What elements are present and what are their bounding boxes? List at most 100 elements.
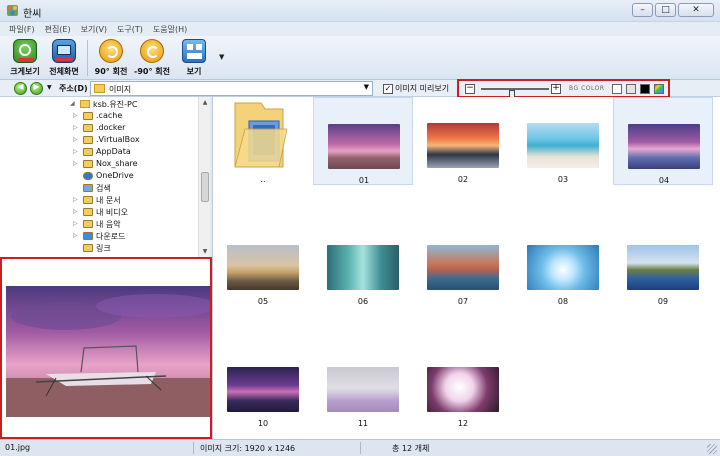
thumbnail-item[interactable]: 10: [213, 341, 313, 429]
menu-help[interactable]: 도움말(H): [148, 22, 192, 36]
back-button[interactable]: ◀: [14, 82, 27, 95]
rotate-cw-icon: [99, 39, 123, 63]
expand-icon[interactable]: ▷: [73, 124, 78, 131]
expand-icon[interactable]: ▷: [73, 160, 78, 167]
thumbnail-item[interactable]: 01: [313, 97, 413, 185]
expand-icon[interactable]: ▷: [73, 148, 78, 155]
forward-button[interactable]: ▶: [30, 82, 43, 95]
menu-file[interactable]: 파일(F): [4, 22, 40, 36]
expand-icon[interactable]: ▷: [73, 232, 78, 239]
tree-item-label: 내 음악: [96, 220, 121, 229]
maximize-icon: □: [661, 5, 670, 15]
thumbnail-caption: 04: [658, 176, 670, 185]
thumbnail-item[interactable]: 02: [413, 97, 513, 185]
menu-view[interactable]: 보기(V): [76, 22, 112, 36]
scroll-up-icon[interactable]: ▲: [199, 99, 211, 106]
thumbnail-image: [328, 124, 400, 169]
rotate-cw-button[interactable]: 90° 회전: [89, 39, 133, 79]
window-title: 한씨: [23, 9, 42, 20]
thumbnail-caption: 01: [358, 176, 370, 185]
thumbnail-image: [527, 245, 599, 290]
thumbnail-caption: 05: [257, 297, 269, 306]
address-input[interactable]: 이미지 ▼: [90, 81, 373, 96]
tree-item-label: 링크: [96, 244, 111, 253]
thumbnail-item[interactable]: 09: [613, 219, 713, 307]
maximize-button[interactable]: □: [655, 3, 676, 17]
image-preview-checkbox[interactable]: ✓: [383, 84, 393, 94]
download-icon: [83, 232, 93, 240]
collapse-icon[interactable]: ◢: [70, 100, 75, 107]
bg-color-gray-swatch[interactable]: [626, 84, 636, 94]
address-dropdown-icon[interactable]: ▼: [364, 83, 369, 91]
thumbnail-image: [327, 367, 399, 412]
close-button[interactable]: ✕: [678, 3, 714, 17]
thumbnail-grid: .. 01 02 03 04 05 06 07 08 09 10 11 12: [212, 97, 720, 439]
folder-icon: [83, 136, 93, 144]
view-icon: [182, 39, 206, 63]
status-divider: [193, 442, 194, 454]
folder-icon: [234, 102, 287, 168]
thumbnail-item[interactable]: 03: [513, 97, 613, 185]
expand-icon[interactable]: ▷: [73, 220, 78, 227]
thumbnail-caption: 11: [357, 419, 369, 428]
tree-item-label: OneDrive: [96, 171, 134, 180]
tree-item-label: .cache: [96, 111, 123, 120]
music-icon: [83, 220, 93, 228]
folder-tree: ◢ ksb.유진-PC ▷ .cache ▷ .docker ▷ .VirtualBox ▷ Ap…: [0, 97, 210, 257]
thumbnail-item[interactable]: 05: [213, 219, 313, 307]
menu-tools[interactable]: 도구(T): [112, 22, 148, 36]
scroll-down-icon[interactable]: ▼: [199, 248, 211, 255]
view-label: 보기: [186, 67, 202, 76]
zoom-view-button[interactable]: 크게보기: [3, 39, 47, 79]
thumbnail-item[interactable]: 12: [413, 341, 513, 429]
tree-item-label: AppData: [96, 147, 131, 156]
back-arrow-icon: ◀: [17, 82, 24, 91]
address-label: 주소(D): [59, 84, 88, 93]
zoom-color-panel: − + BG COLOR: [457, 79, 670, 101]
expand-icon[interactable]: ▷: [73, 112, 78, 119]
bg-color-custom-swatch[interactable]: [654, 84, 664, 94]
thumbnail-size-slider[interactable]: [481, 88, 549, 101]
thumbnail-image: [327, 245, 399, 290]
view-dropdown-arrow-icon[interactable]: ▼: [219, 53, 224, 61]
thumbnail-image: [227, 367, 299, 412]
view-button[interactable]: 보기: [172, 39, 216, 79]
thumbnail-caption: 07: [457, 297, 469, 306]
thumbnail-item[interactable]: 11: [313, 341, 413, 429]
fullscreen-label: 전체화면: [49, 67, 79, 76]
scrollbar-thumb[interactable]: [201, 172, 209, 202]
menu-edit[interactable]: 편집(E): [40, 22, 76, 36]
app-logo-icon: [7, 5, 18, 16]
search-icon: [83, 184, 93, 192]
folder-icon: [83, 112, 93, 120]
bg-color-white-swatch[interactable]: [612, 84, 622, 94]
address-value: 이미지: [109, 85, 132, 94]
zoom-in-button[interactable]: +: [551, 84, 561, 94]
fullscreen-button[interactable]: 전체화면: [42, 39, 86, 79]
bg-color-black-swatch[interactable]: [640, 84, 650, 94]
thumbnail-caption: 09: [657, 297, 669, 306]
resize-grip[interactable]: [707, 444, 717, 454]
image-preview-panel: [0, 257, 212, 439]
tree-scrollbar[interactable]: ▲ ▼: [198, 97, 210, 257]
tree-item-label: 내 비디오: [96, 208, 128, 217]
tree-item-label: .VirtualBox: [96, 135, 140, 144]
expand-icon[interactable]: ▷: [73, 136, 78, 143]
thumbnail-item[interactable]: 08: [513, 219, 613, 307]
expand-icon[interactable]: ▷: [73, 208, 78, 215]
minimize-button[interactable]: –: [632, 3, 653, 17]
folder-icon: [83, 160, 93, 168]
zoom-out-button[interactable]: −: [465, 84, 475, 94]
thumbnail-item[interactable]: 04: [613, 97, 713, 185]
history-dropdown-icon[interactable]: ▼: [47, 84, 52, 91]
expand-icon[interactable]: ▷: [73, 196, 78, 203]
thumbnail-caption: 12: [457, 419, 469, 428]
thumbnail-image: [627, 245, 699, 290]
rotate-ccw-button[interactable]: -90° 회전: [130, 39, 174, 79]
thumbnail-item[interactable]: 07: [413, 219, 513, 307]
parent-folder-item[interactable]: ..: [213, 97, 313, 185]
thumbnail-caption: ..: [260, 175, 266, 184]
thumbnail-item[interactable]: 06: [313, 219, 413, 307]
thumbnail-caption: 03: [557, 175, 569, 184]
tree-item-label: 검색: [96, 184, 111, 193]
